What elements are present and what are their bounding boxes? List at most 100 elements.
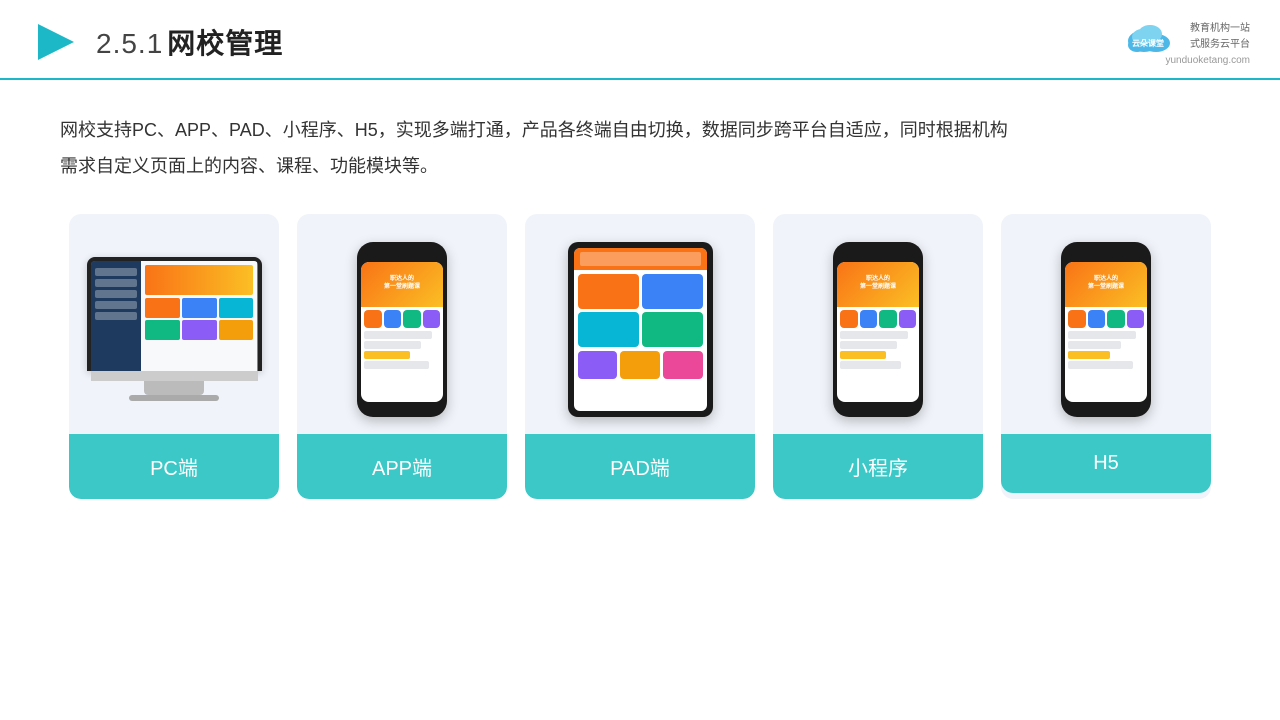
h5-phone-icon: 职达人的第一堂刷题课 — [1061, 242, 1151, 417]
monitor-screen-inner — [91, 261, 258, 371]
miniapp-notch — [863, 250, 893, 258]
card-app-image: 职达人的第一堂刷题课 — [297, 214, 507, 434]
pc-monitor-icon — [87, 257, 262, 401]
phone-notch — [387, 250, 417, 258]
miniapp-phone-icon: 职达人的第一堂刷题课 — [833, 242, 923, 417]
screen-card-2 — [182, 298, 217, 318]
h5-notch — [1091, 250, 1121, 258]
card-pad: PAD端 — [525, 214, 755, 499]
miniapp-banner: 职达人的第一堂刷题课 — [837, 262, 919, 307]
tablet-bottom-2 — [620, 351, 660, 379]
tablet-content — [574, 270, 707, 351]
tablet-card-4 — [642, 312, 703, 347]
screen-sidebar — [91, 261, 141, 371]
h5-icon-row — [1068, 310, 1144, 328]
monitor-screen — [91, 261, 258, 371]
miniapp-icon-row — [840, 310, 916, 328]
screen-card-4 — [145, 320, 180, 340]
miniapp-icon-2 — [860, 310, 878, 328]
phone-content — [361, 307, 443, 374]
brand-url: yunduoketang.com — [1165, 55, 1250, 66]
card-h5: 职达人的第一堂刷题课 — [1001, 214, 1211, 499]
tablet-card-2 — [642, 274, 703, 309]
cloud-logo-icon: 云朵课堂 — [1122, 19, 1182, 55]
sidebar-item-4 — [95, 301, 137, 309]
desc-line2: 需求自定义页面上的内容、课程、功能模块等。 — [60, 148, 1220, 184]
svg-text:云朵课堂: 云朵课堂 — [1132, 38, 1164, 48]
h5-list-4 — [1068, 361, 1133, 369]
phone-icon-row-1 — [364, 310, 440, 328]
phone-banner: 职达人的第一堂刷题课 — [361, 262, 443, 307]
title-text: 网校管理 — [167, 28, 283, 59]
miniapp-list-1 — [840, 331, 908, 339]
tablet-header-bar — [580, 252, 701, 266]
description-text: 网校支持PC、APP、PAD、小程序、H5，实现多端打通，产品各终端自由切换，数… — [0, 80, 1280, 194]
miniapp-list-2 — [840, 341, 897, 349]
miniapp-icon-3 — [879, 310, 897, 328]
card-miniapp-image: 职达人的第一堂刷题课 — [773, 214, 983, 434]
miniapp-icon-1 — [840, 310, 858, 328]
card-miniapp-label: 小程序 — [773, 434, 983, 499]
tablet-card-1 — [578, 274, 639, 309]
sidebar-item-3 — [95, 290, 137, 298]
brand-logo-area: 云朵课堂 教育机构一站 式服务云平台 yunduoketang.com — [1122, 19, 1250, 66]
page-title: 2.5.1网校管理 — [96, 22, 283, 62]
cards-section: PC端 职达人的第一堂刷题课 — [0, 194, 1280, 529]
h5-content — [1065, 307, 1147, 374]
screen-card-1 — [145, 298, 180, 318]
h5-list-3 — [1068, 351, 1110, 359]
tablet-bottom-3 — [663, 351, 703, 379]
miniapp-list-3 — [840, 351, 886, 359]
card-pc-image — [69, 214, 279, 434]
tablet-screen — [574, 248, 707, 411]
card-h5-label: H5 — [1001, 434, 1211, 493]
h5-icon-1 — [1068, 310, 1086, 328]
tablet-bottom — [574, 351, 707, 379]
h5-icon-3 — [1107, 310, 1125, 328]
header-left: 2.5.1网校管理 — [30, 18, 283, 66]
desc-line1: 网校支持PC、APP、PAD、小程序、H5，实现多端打通，产品各终端自由切换，数… — [60, 112, 1220, 148]
screen-card-3 — [219, 298, 254, 318]
h5-screen: 职达人的第一堂刷题课 — [1065, 262, 1147, 402]
tablet-header — [574, 248, 707, 270]
sidebar-item-1 — [95, 268, 137, 276]
section-number: 2.5.1 — [96, 28, 163, 59]
tablet-card-3 — [578, 312, 639, 347]
phone-icon-1 — [364, 310, 382, 328]
h5-list-1 — [1068, 331, 1136, 339]
phone-icon-4 — [423, 310, 441, 328]
card-pad-label: PAD端 — [525, 434, 755, 499]
monitor-base — [91, 371, 258, 381]
screen-banner — [145, 265, 254, 295]
monitor-screen-wrapper — [87, 257, 262, 371]
h5-list-2 — [1068, 341, 1121, 349]
tablet-bottom-1 — [578, 351, 618, 379]
phone-list-4 — [364, 361, 429, 369]
phone-list-1 — [364, 331, 432, 339]
brand-tagline: 教育机构一站 式服务云平台 — [1190, 21, 1250, 53]
miniapp-icon-4 — [899, 310, 917, 328]
card-miniapp: 职达人的第一堂刷题课 — [773, 214, 983, 499]
header: 2.5.1网校管理 云朵课堂 教育机构一站 式服务云平台 yunduoketan — [0, 0, 1280, 80]
app-phone-icon: 职达人的第一堂刷题课 — [357, 242, 447, 417]
phone-icon-2 — [384, 310, 402, 328]
phone-list-3 — [364, 351, 410, 359]
phone-screen: 职达人的第一堂刷题课 — [361, 262, 443, 402]
sidebar-item-2 — [95, 279, 137, 287]
brand-line2: 式服务云平台 — [1190, 37, 1250, 53]
brand-cloud-row: 云朵课堂 教育机构一站 式服务云平台 — [1122, 19, 1250, 55]
screen-card-5 — [182, 320, 217, 340]
monitor-stand — [144, 381, 204, 395]
h5-banner: 职达人的第一堂刷题课 — [1065, 262, 1147, 307]
brand-line1: 教育机构一站 — [1190, 21, 1250, 37]
phone-banner-text: 职达人的第一堂刷题课 — [384, 276, 420, 292]
card-pc: PC端 — [69, 214, 279, 499]
pad-tablet-icon — [568, 242, 713, 417]
h5-banner-text: 职达人的第一堂刷题课 — [1088, 276, 1124, 292]
card-app: 职达人的第一堂刷题课 — [297, 214, 507, 499]
logo-icon — [30, 18, 78, 66]
miniapp-list-4 — [840, 361, 901, 369]
card-app-label: APP端 — [297, 434, 507, 499]
sidebar-item-5 — [95, 312, 137, 320]
phone-list-2 — [364, 341, 421, 349]
